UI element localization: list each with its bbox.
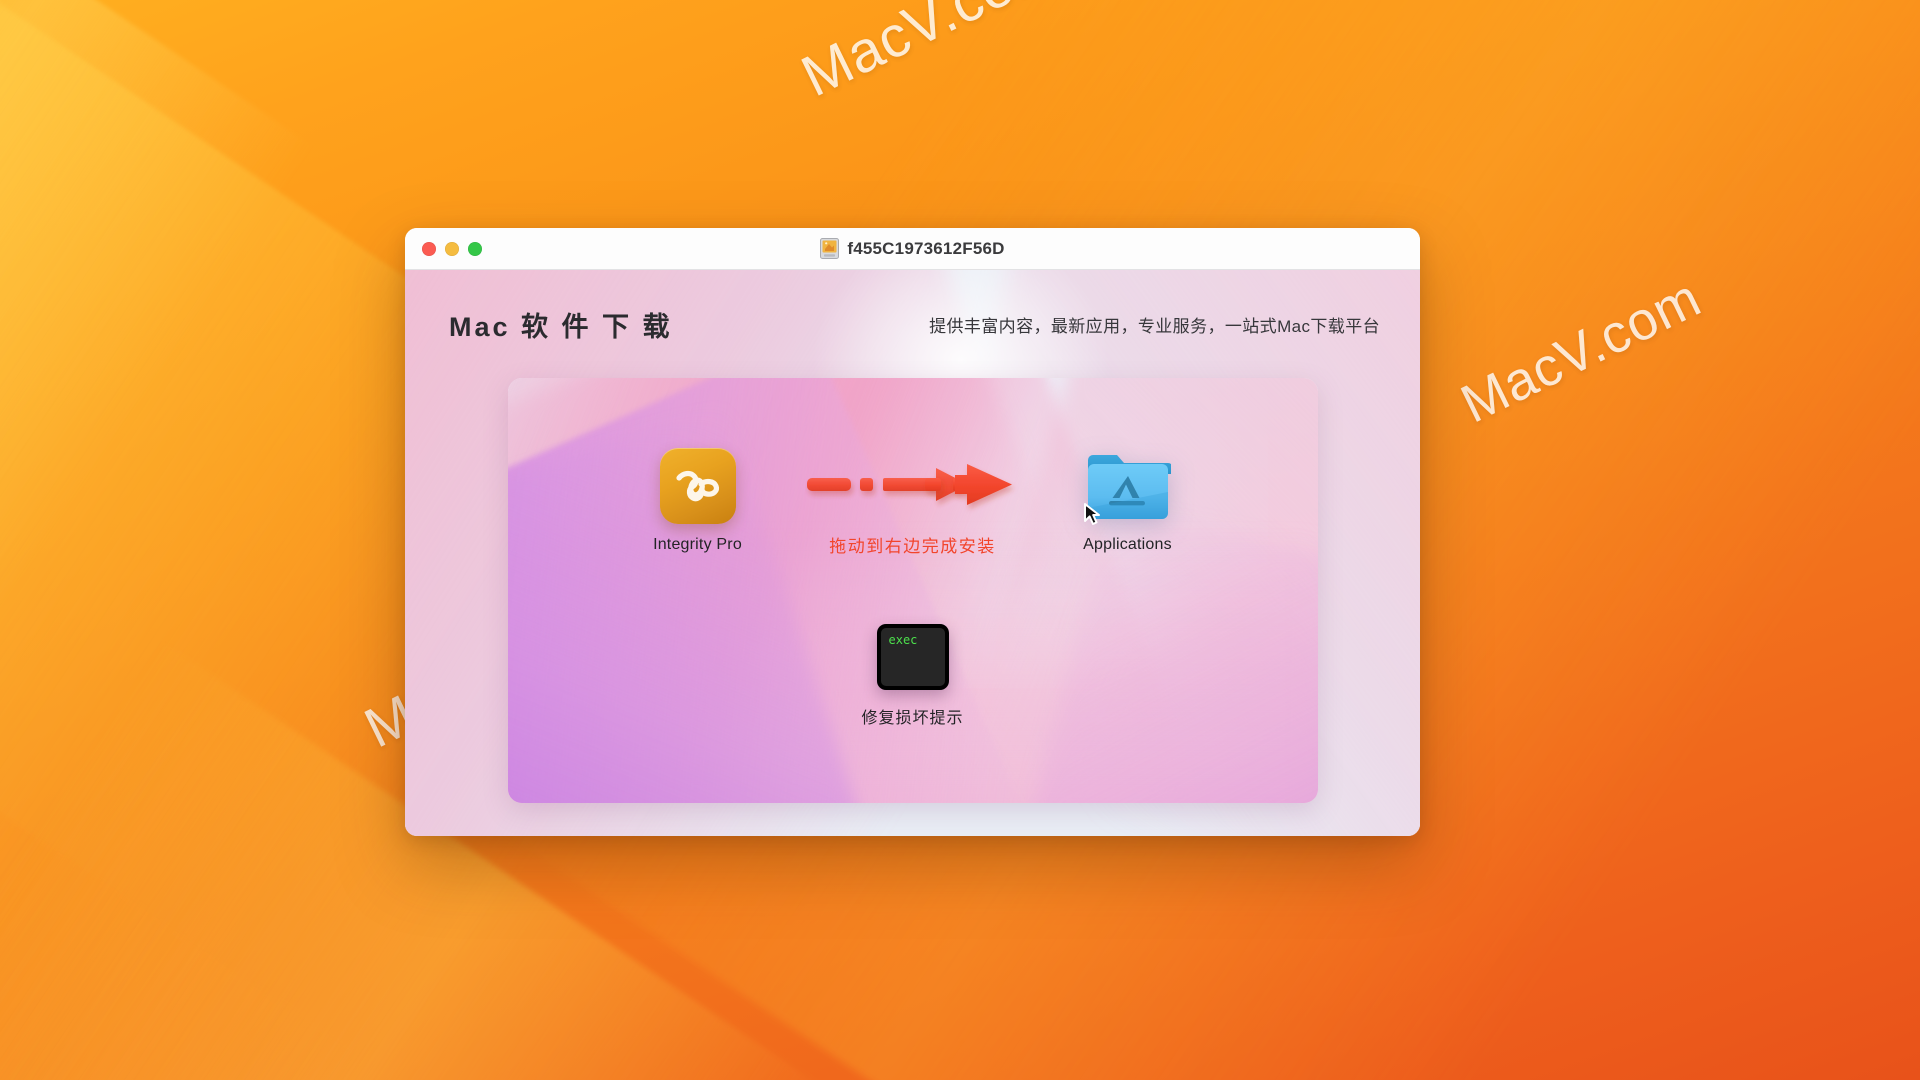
window-titlebar[interactable]: f455C1973612F56D <box>405 228 1420 270</box>
wallpaper-band <box>0 0 315 1080</box>
wallpaper-band <box>0 300 360 1080</box>
drag-install-row: Integrity Pro 拖动到右边完成安装 Applications <box>508 448 1318 588</box>
desktop-wallpaper: MacV.com MacV.com MacV.com f455C1973612F… <box>0 0 1920 1080</box>
dashed-right-arrow-icon <box>807 464 1012 505</box>
installer-panel: Integrity Pro 拖动到右边完成安装 Applications exe… <box>507 378 1318 803</box>
traffic-light-group <box>422 241 482 256</box>
dmg-installer-window: f455C1973612F56D Mac 软 件 下 载 提供丰富内容，最新应用… <box>405 228 1420 836</box>
minimize-button[interactable] <box>445 241 459 256</box>
window-title-group: f455C1973612F56D <box>405 228 1420 269</box>
folder-icon-wrap[interactable] <box>1083 448 1171 525</box>
watermark-right: MacV.com <box>1451 267 1711 435</box>
close-button[interactable] <box>422 241 436 256</box>
source-app-label: Integrity Pro <box>653 536 742 553</box>
terminal-text: exec <box>888 633 918 647</box>
drag-arrow-group: 拖动到右边完成安装 <box>798 448 1028 557</box>
watermark-top: MacV.com <box>791 0 1069 110</box>
page-title: Mac 软 件 下 载 <box>449 311 673 342</box>
repair-tool-item[interactable]: exec 修复损坏提示 <box>861 624 963 728</box>
terminal-screen: exec <box>880 628 945 686</box>
chain-link-knot-icon[interactable] <box>659 448 736 524</box>
disk-image-icon <box>820 238 840 259</box>
alias-arrow-badge-icon <box>1083 503 1100 525</box>
zoom-button[interactable] <box>468 241 482 256</box>
app-icon-wrap[interactable] <box>659 448 736 524</box>
window-title-text: f455C1973612F56D <box>847 238 1005 258</box>
applications-folder-item[interactable]: Applications <box>1028 448 1228 554</box>
drag-hint-text: 拖动到右边完成安装 <box>829 537 996 556</box>
repair-tool-label: 修复损坏提示 <box>861 710 964 727</box>
window-body: Mac 软 件 下 载 提供丰富内容，最新应用，专业服务，一站式Mac下载平台 <box>405 270 1420 836</box>
source-app-item[interactable]: Integrity Pro <box>598 448 798 554</box>
terminal-icon[interactable]: exec <box>876 624 949 690</box>
brand-tagline: 提供丰富内容，最新应用，专业服务，一站式Mac下载平台 <box>929 316 1380 336</box>
applications-folder-label: Applications <box>1083 536 1172 553</box>
brand-header: Mac 软 件 下 载 提供丰富内容，最新应用，专业服务，一站式Mac下载平台 <box>405 270 1420 378</box>
